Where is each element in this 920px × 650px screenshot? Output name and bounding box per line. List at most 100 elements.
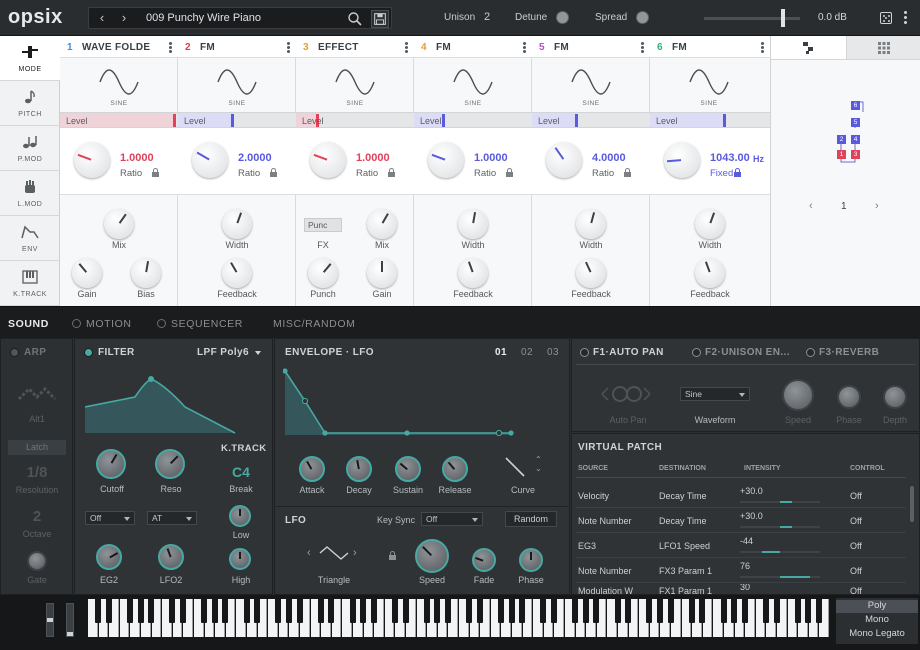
black-key[interactable] <box>402 599 409 623</box>
lfo-fade-knob[interactable] <box>472 548 496 572</box>
envelope-tab-02[interactable]: 02 <box>521 347 533 358</box>
pitch-bend-wheel[interactable] <box>46 603 54 637</box>
row-intensity[interactable]: +30.0 <box>740 486 763 496</box>
ratio-knob[interactable] <box>546 142 582 178</box>
fx3-power-icon[interactable] <box>806 348 815 357</box>
tab-algorithm[interactable] <box>771 36 846 60</box>
volume-slider[interactable] <box>704 17 800 20</box>
fx-speed-knob[interactable] <box>782 379 814 411</box>
ratio-value[interactable]: 1.0000 <box>356 152 390 164</box>
black-key[interactable] <box>720 599 727 623</box>
black-key[interactable] <box>95 599 102 623</box>
black-key[interactable] <box>625 599 632 623</box>
width-knob[interactable] <box>458 209 488 239</box>
envelope-tab-03[interactable]: 03 <box>547 347 559 358</box>
row-intensity-bar[interactable] <box>740 576 820 578</box>
tab-misc-random[interactable]: MISC/RANDOM <box>273 318 355 330</box>
row-intensity-bar[interactable] <box>740 501 820 503</box>
fx1-tab[interactable]: F1·AUTO PAN <box>593 347 664 358</box>
sequencer-power-icon[interactable] <box>157 319 166 328</box>
next-preset-button[interactable]: › <box>115 10 133 26</box>
sine-wave-icon[interactable] <box>216 68 258 96</box>
fx1-power-icon[interactable] <box>580 348 589 357</box>
lfo-wave-next-button[interactable]: › <box>353 547 357 559</box>
sustain-knob[interactable] <box>395 456 421 482</box>
prev-preset-button[interactable]: ‹ <box>93 10 111 26</box>
gain-knob[interactable] <box>72 258 102 288</box>
tab-grid[interactable] <box>846 36 920 60</box>
black-key[interactable] <box>201 599 208 623</box>
ktrack-low-knob[interactable] <box>229 505 251 527</box>
fx-type-selector[interactable]: Punc <box>304 218 342 232</box>
autopan-shape-icon[interactable] <box>598 383 654 405</box>
mix-knob[interactable] <box>104 209 134 239</box>
next-algorithm-button[interactable]: › <box>875 200 879 212</box>
ratio-value[interactable]: 2.0000 <box>238 152 272 164</box>
lfo-speed-knob[interactable] <box>415 539 449 573</box>
envelope-graph[interactable] <box>283 367 563 439</box>
black-key[interactable] <box>667 599 674 623</box>
arp-latch-button[interactable]: Latch <box>8 440 66 455</box>
black-key[interactable] <box>550 599 557 623</box>
sine-wave-icon[interactable] <box>570 68 612 96</box>
black-key[interactable] <box>434 599 441 623</box>
lfo-phase-knob[interactable] <box>519 548 543 572</box>
operator-level-slider[interactable]: Level <box>650 112 770 128</box>
black-key[interactable] <box>169 599 176 623</box>
operator-menu-icon[interactable] <box>169 42 172 53</box>
ktrack-value[interactable]: C4 <box>215 464 267 480</box>
operator-menu-icon[interactable] <box>523 42 526 53</box>
feedback-knob[interactable] <box>576 258 606 288</box>
black-key[interactable] <box>317 599 324 623</box>
curve-shape-icon[interactable] <box>504 456 526 478</box>
punch-knob[interactable] <box>308 258 338 288</box>
fx2-power-icon[interactable] <box>692 348 701 357</box>
black-key[interactable] <box>731 599 738 623</box>
black-key[interactable] <box>105 599 112 623</box>
black-key[interactable] <box>370 599 377 623</box>
ratio-knob[interactable] <box>664 142 700 178</box>
sidebar-item-ktrack[interactable]: K.TRACK <box>0 261 60 306</box>
filter-curve[interactable] <box>85 367 265 437</box>
row-destination[interactable]: LFO1 Speed <box>659 541 710 551</box>
lfo-wave-prev-button[interactable]: ‹ <box>307 547 311 559</box>
fx3-tab[interactable]: F3·REVERB <box>819 347 879 358</box>
operator-header[interactable]: 4 FM <box>414 36 532 58</box>
ratio-value[interactable]: 1.0000 <box>474 152 508 164</box>
modulation-wheel[interactable] <box>66 603 74 637</box>
row-control[interactable]: Off <box>850 491 862 501</box>
black-key[interactable] <box>466 599 473 623</box>
operator-header[interactable]: 6 FM <box>650 36 770 58</box>
operator-level-slider[interactable]: Level <box>414 112 532 128</box>
filter-mod1-source-dropdown[interactable]: Off <box>85 511 135 525</box>
algo-op-6[interactable]: 6 <box>851 101 860 110</box>
save-icon[interactable] <box>371 10 389 28</box>
black-key[interactable] <box>285 599 292 623</box>
ktrack-high-knob[interactable] <box>229 548 251 570</box>
black-key[interactable] <box>762 599 769 623</box>
operator-header[interactable]: 1 WAVE FOLDE <box>60 36 178 58</box>
algo-op-2[interactable]: 2 <box>837 135 846 144</box>
black-key[interactable] <box>179 599 186 623</box>
row-destination[interactable]: FX3 Param 1 <box>659 566 712 576</box>
preset-name[interactable]: 009 Punchy Wire Piano <box>146 12 261 24</box>
preset-selector[interactable]: ‹ › 009 Punchy Wire Piano <box>88 7 392 29</box>
row-source[interactable]: Velocity <box>578 491 609 501</box>
ratio-value[interactable]: 1.0000 <box>120 152 154 164</box>
operator-menu-icon[interactable] <box>405 42 408 53</box>
black-key[interactable] <box>741 599 748 623</box>
row-destination[interactable]: Decay Time <box>659 516 707 526</box>
sidebar-item-mode[interactable]: MODE <box>0 36 60 81</box>
spread-knob[interactable] <box>636 11 649 24</box>
table-row[interactable]: EG3 LFO1 Speed -44 Off <box>576 534 906 558</box>
level-marker[interactable] <box>575 114 578 127</box>
sidebar-item-env[interactable]: ENV <box>0 216 60 261</box>
table-row[interactable]: Note Number Decay Time +30.0 Off <box>576 509 906 533</box>
operator-type[interactable]: FM <box>554 42 569 53</box>
sine-wave-icon[interactable] <box>452 68 494 96</box>
row-source[interactable]: EG3 <box>578 541 596 551</box>
fx-phase-knob[interactable] <box>837 385 861 409</box>
black-key[interactable] <box>360 599 367 623</box>
level-marker[interactable] <box>231 114 234 127</box>
ratio-value[interactable]: 1043.00 <box>710 152 750 164</box>
